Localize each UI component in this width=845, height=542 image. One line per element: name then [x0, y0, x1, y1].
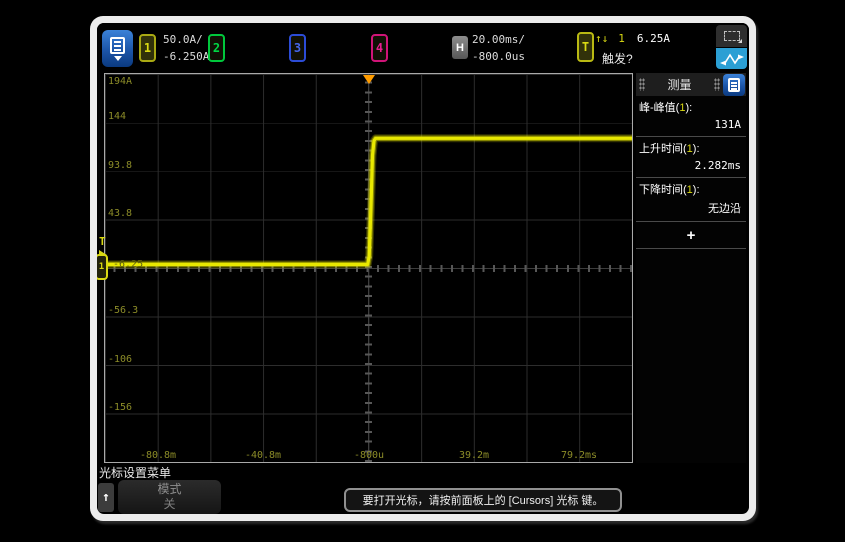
trigger-level-label: T	[99, 235, 106, 248]
main-area: 194A 144 93.8 43.8 -6.25 -56.3 -106 -156…	[97, 73, 749, 463]
waveform-trace	[105, 74, 632, 462]
measurements-panel-header: 测量	[636, 73, 746, 96]
top-toolbar: 1 50.0A/ -6.250A 2 3 4 H 20.00ms/ -800.0…	[97, 23, 749, 72]
softkey-menu-title: 光标设置菜单	[99, 464, 171, 481]
waveform-touch-button[interactable]	[716, 48, 747, 69]
chevron-down-icon	[114, 56, 122, 61]
channel-4-button[interactable]: 4	[371, 34, 388, 62]
channel-1-ground-marker[interactable]: 1	[97, 254, 108, 280]
drag-handle-icon[interactable]	[639, 78, 645, 91]
dashed-rectangle-icon	[724, 31, 740, 41]
trigger-status: 触发?	[602, 50, 633, 67]
measurement-row: 下降时间(1): 无边沿	[636, 178, 746, 222]
measurement-value: 2.282ms	[639, 156, 743, 175]
zoom-select-button[interactable]	[716, 25, 747, 47]
oscilloscope-bezel: 1 50.0A/ -6.250A 2 3 4 H 20.00ms/ -800.0…	[90, 16, 756, 521]
trigger-source: 1	[618, 32, 625, 45]
channel-1-readout: 50.0A/ -6.250A	[163, 31, 209, 65]
trigger-level: 6.25A	[637, 32, 670, 45]
add-measurement-button[interactable]: +	[636, 222, 746, 249]
trigger-button[interactable]: T	[577, 32, 594, 62]
channel-3-button[interactable]: 3	[289, 34, 306, 62]
measurements-panel-title: 测量	[648, 76, 711, 93]
softkey-label: 模式	[118, 482, 221, 497]
menu-document-icon	[728, 78, 740, 92]
horizontal-timebase: 20.00ms/	[472, 31, 525, 48]
measurements-menu-button[interactable]	[723, 74, 745, 96]
measurement-row: 上升时间(1): 2.282ms	[636, 137, 746, 178]
drag-handle-icon[interactable]	[714, 78, 720, 91]
horizontal-delay: -800.0us	[472, 48, 525, 65]
softkey-value: 关	[118, 497, 221, 511]
channel-1-offset: -6.250A	[163, 48, 209, 65]
trigger-time-marker[interactable]	[363, 75, 375, 84]
measurement-row: 峰-峰值(1): 131A	[636, 96, 746, 137]
horizontal-readout: 20.00ms/ -800.0us	[472, 31, 525, 65]
channel-2-button[interactable]: 2	[208, 34, 225, 62]
horizontal-button[interactable]: H	[452, 36, 468, 59]
measurement-value: 131A	[639, 115, 743, 134]
mode-softkey[interactable]: 模式 关	[118, 480, 221, 514]
measurement-name: 下降时间(1):	[639, 181, 743, 197]
trigger-slope-icon: ↑↓	[595, 32, 608, 45]
menu-document-icon	[110, 37, 125, 54]
oscilloscope-screen: 1 50.0A/ -6.250A 2 3 4 H 20.00ms/ -800.0…	[97, 23, 749, 514]
softkey-bar: ↑ 模式 关 要打开光标，请按前面板上的 [Cursors] 光标 键。	[97, 480, 749, 514]
measurements-panel: 测量 峰-峰值(1): 131A 上升时间(1): 2.282ms 下降时间(1…	[636, 73, 746, 463]
info-message: 要打开光标，请按前面板上的 [Cursors] 光标 键。	[344, 488, 622, 512]
channel-1-scale: 50.0A/	[163, 31, 209, 48]
back-button[interactable]: ↑	[98, 483, 114, 512]
y-axis-label-on-trace: -6.25	[113, 259, 143, 270]
waveform-arrows-icon	[719, 52, 745, 66]
measurement-name: 峰-峰值(1):	[639, 99, 743, 115]
graticule: 194A 144 93.8 43.8 -6.25 -56.3 -106 -156…	[104, 73, 633, 463]
measurement-name: 上升时间(1):	[639, 140, 743, 156]
trigger-readout: ↑↓ 1 6.25A	[595, 32, 670, 45]
main-menu-button[interactable]	[102, 30, 133, 67]
measurement-value: 无边沿	[639, 197, 743, 219]
channel-1-button[interactable]: 1	[139, 34, 156, 62]
